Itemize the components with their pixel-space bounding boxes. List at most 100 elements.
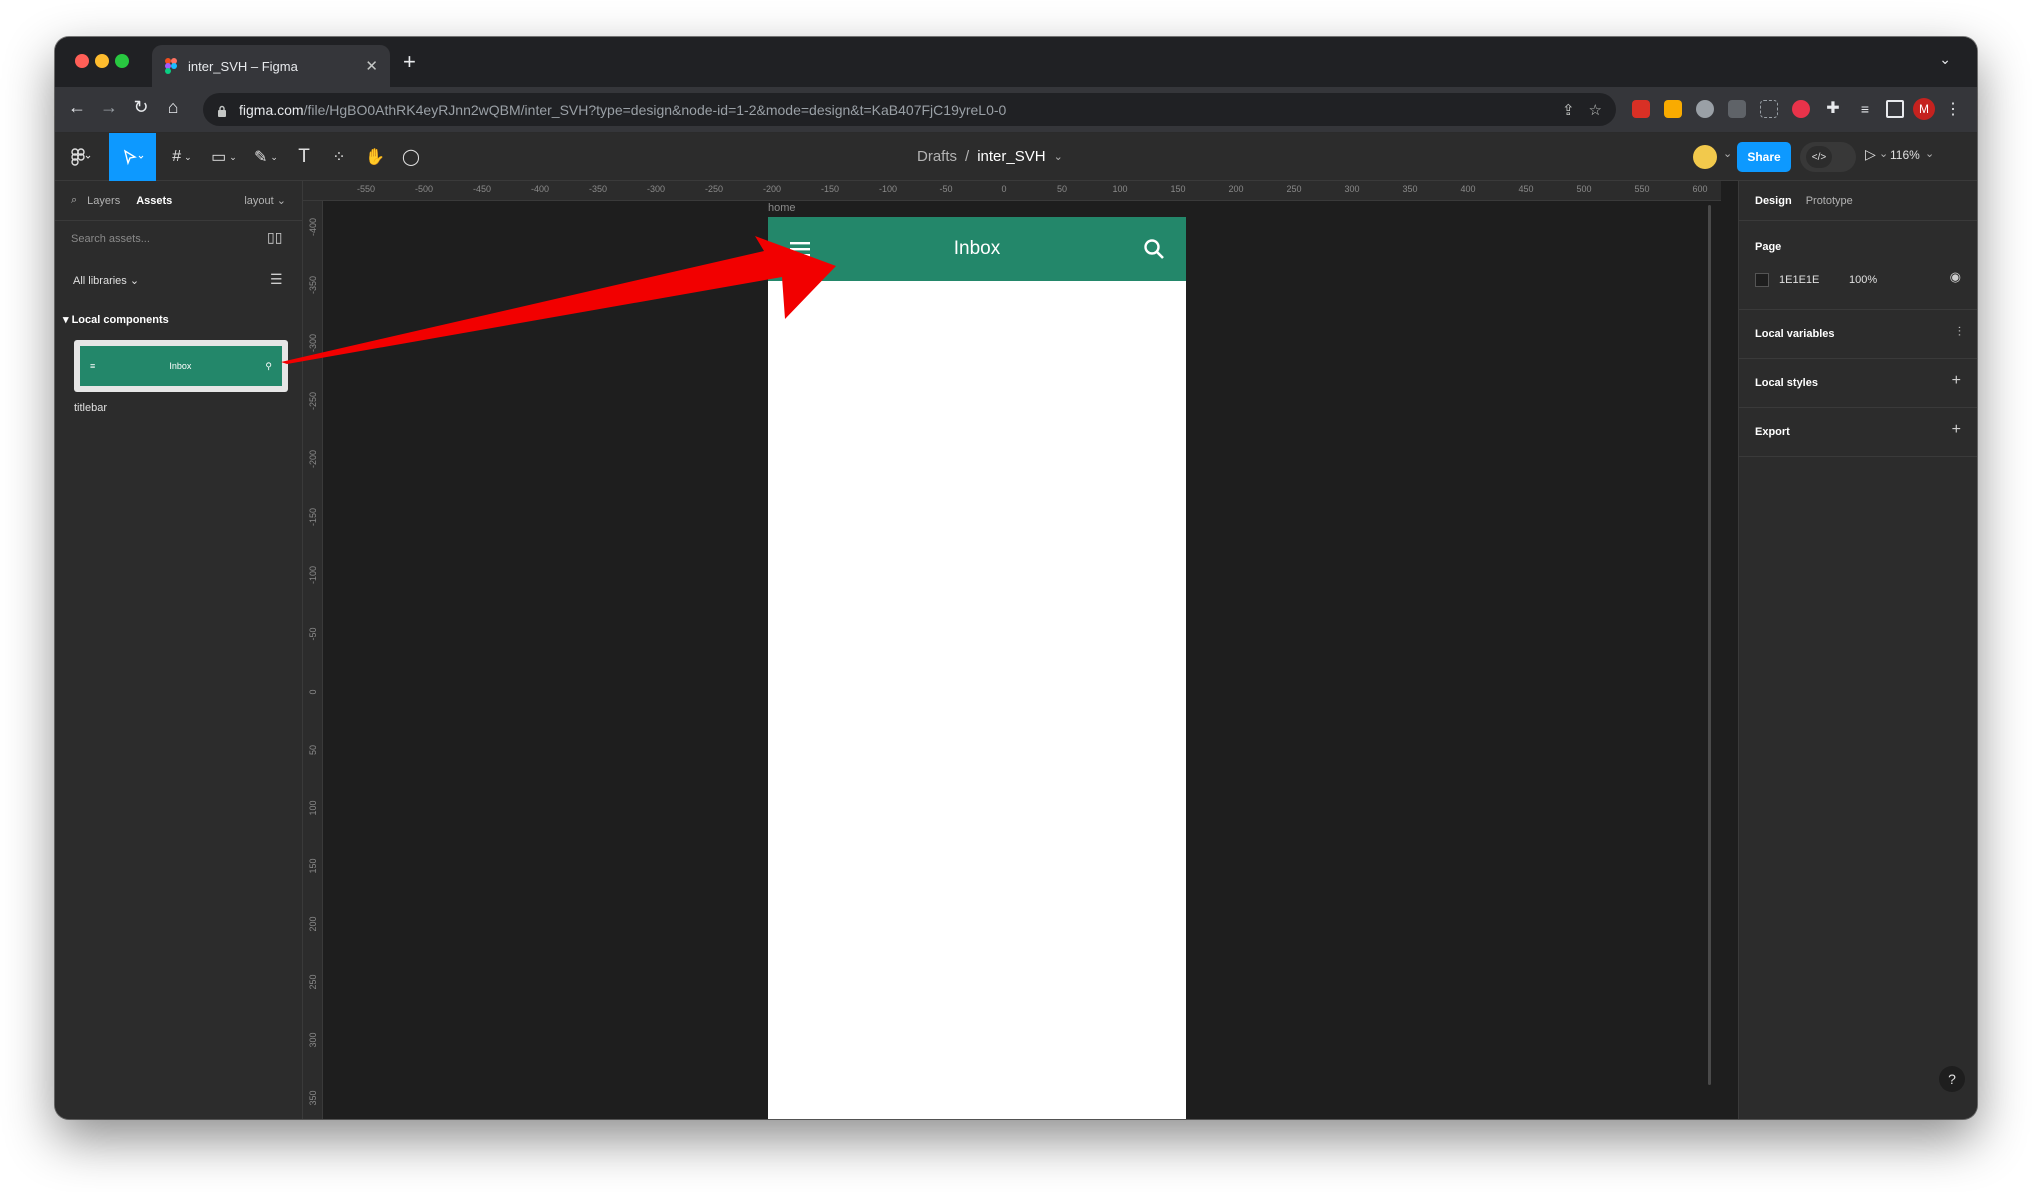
text-tool-icon[interactable]: T [289,133,319,181]
hand-tool-icon[interactable]: ✋ [359,133,391,181]
export-section[interactable]: Export + [1739,408,1977,457]
tab-strip: inter_SVH – Figma ✕ + ⌄ [55,37,1977,87]
bookmark-star-icon[interactable]: ☆ [1589,101,1602,119]
ruler-y-tick: 250 [308,974,318,990]
tab-design[interactable]: Design [1755,195,1792,207]
extension-screenshot-icon[interactable] [1760,100,1778,118]
page-opacity[interactable]: 100% [1849,274,1877,286]
local-components-header[interactable]: ▾ Local components [63,313,169,326]
add-export-icon[interactable]: + [1952,421,1961,439]
design-canvas[interactable]: -550 -500 -450 -400 -350 -300 -250 -200 -150 -100… [303,181,1721,1119]
share-button[interactable]: Share [1737,142,1791,172]
ruler-y-tick: 50 [308,745,318,756]
profile-avatar[interactable]: M [1913,98,1935,120]
search-icon[interactable] [1122,238,1186,260]
dev-mode-toggle[interactable]: </> [1800,142,1856,172]
export-label: Export [1755,426,1790,438]
home-frame[interactable]: Inbox [768,217,1186,1119]
tab-search-chevron-icon[interactable]: ⌄ [1939,51,1951,68]
page-selector[interactable]: layout ⌄ [244,194,286,207]
address-bar-row: ← → ↻ ⌂ figma.com/file/HgBO0AthRK4eyRJnn… [55,87,1977,133]
extensions-puzzle-icon[interactable]: ✚ [1824,100,1842,118]
tab-assets[interactable]: Assets [136,195,172,207]
thumbnail-appbar: ≡ Inbox ⚲ [80,346,282,386]
component-thumbnail[interactable]: ≡ Inbox ⚲ [74,340,288,392]
ruler-x-tick: 500 [1576,184,1592,194]
close-tab-icon[interactable]: ✕ [365,57,378,75]
ruler-x-tick: -450 [472,184,492,194]
minimize-window-button[interactable] [95,54,109,68]
forward-arrow-icon[interactable]: → [97,97,121,118]
eye-visibility-icon[interactable]: ◉ [1950,269,1961,285]
right-panel-tabs: Design Prototype [1739,181,1977,221]
titlebar-appbar[interactable]: Inbox [768,217,1186,281]
present-chevron-icon[interactable]: ⌄ [1879,147,1888,160]
home-icon[interactable]: ⌂ [161,97,185,118]
comment-tool-icon[interactable]: ◯ [395,133,427,181]
extension-yellow-icon[interactable] [1664,100,1682,118]
search-layers-icon[interactable]: ⌕ [71,194,77,207]
frame-label[interactable]: home [768,202,796,214]
ruler-y-tick: -350 [308,275,318,294]
new-tab-icon[interactable]: + [403,49,416,75]
extension-camera-icon[interactable] [1696,100,1714,118]
present-play-icon[interactable]: ▷ [1865,146,1876,163]
canvas-scrollbar[interactable] [1708,205,1711,1085]
local-variables-label: Local variables [1755,328,1835,340]
help-button[interactable]: ? [1939,1066,1965,1092]
omnibox[interactable]: figma.com/file/HgBO0AthRK4eyRJnn2wQBM/in… [203,93,1616,126]
extension-pink-icon[interactable] [1792,100,1810,118]
page-color-swatch[interactable] [1755,273,1769,287]
resources-tool-icon[interactable]: ⁘ [323,133,355,181]
shape-tool-icon[interactable]: ▭ ⌄ [205,133,243,181]
ruler-y-tick: 300 [308,1032,318,1048]
reload-icon[interactable]: ↻ [129,97,153,118]
move-tool-icon[interactable] [109,133,156,181]
side-panel-icon[interactable] [1886,100,1904,118]
code-icon: </> [1806,146,1832,168]
file-name[interactable]: inter_SVH [977,148,1045,165]
extension-red-icon[interactable] [1632,100,1650,118]
page-color-hex[interactable]: 1E1E1E [1779,274,1819,286]
ruler-y-tick: -200 [308,449,318,468]
frame-tool-icon[interactable]: # ⌄ [163,133,201,181]
reading-list-icon[interactable]: ≡ [1856,100,1874,118]
url-path: /file/HgBO0AthRK4eyRJnn2wQBM/inter_SVH?t… [303,101,1007,118]
libraries-dropdown[interactable]: All libraries ⌄ [73,274,139,287]
library-book-icon[interactable]: ▯▯ [267,229,282,246]
browser-tab[interactable]: inter_SVH – Figma ✕ [152,45,390,87]
ruler-x-tick: 400 [1460,184,1476,194]
extension-grey-icon[interactable] [1728,100,1746,118]
figma-main-menu-icon[interactable] [61,133,101,181]
share-page-icon[interactable]: ⇪ [1562,101,1575,119]
variables-sliders-icon[interactable]: ⫶ [1958,324,1961,340]
ruler-y-tick: 0 [308,689,318,695]
back-arrow-icon[interactable]: ← [65,97,89,118]
browser-menu-icon[interactable]: ⋮ [1945,99,1961,119]
ruler-x-tick: 200 [1228,184,1244,194]
breadcrumb-drafts[interactable]: Drafts [917,148,957,165]
tab-title: inter_SVH – Figma [188,58,298,74]
page-selector-label: layout [244,195,274,207]
pen-tool-icon[interactable]: ✎ ⌄ [247,133,285,181]
tab-layers[interactable]: Layers [87,195,120,207]
add-style-icon[interactable]: + [1952,372,1961,390]
maximize-window-button[interactable] [115,54,129,68]
thumbnail-search-icon: ⚲ [265,360,272,371]
avatar-chevron-icon[interactable]: ⌄ [1723,147,1732,160]
zoom-chevron-icon[interactable]: ⌄ [1925,147,1934,160]
list-view-icon[interactable]: ☰ [270,271,283,288]
ruler-y-tick: -300 [308,333,318,352]
ruler-x-tick: 250 [1286,184,1302,194]
local-variables-section[interactable]: Local variables ⫶ [1739,310,1977,359]
ruler-x-tick: -150 [820,184,840,194]
file-menu-chevron-icon[interactable]: ⌄ [1054,150,1063,163]
tab-prototype[interactable]: Prototype [1806,195,1853,207]
zoom-level[interactable]: 116% [1890,148,1920,162]
ruler-x-tick: -500 [414,184,434,194]
hamburger-menu-icon[interactable] [768,241,832,257]
user-avatar[interactable] [1693,145,1717,169]
close-window-button[interactable] [75,54,89,68]
local-styles-section[interactable]: Local styles + [1739,359,1977,408]
search-assets-input[interactable]: Search assets... [71,233,150,245]
